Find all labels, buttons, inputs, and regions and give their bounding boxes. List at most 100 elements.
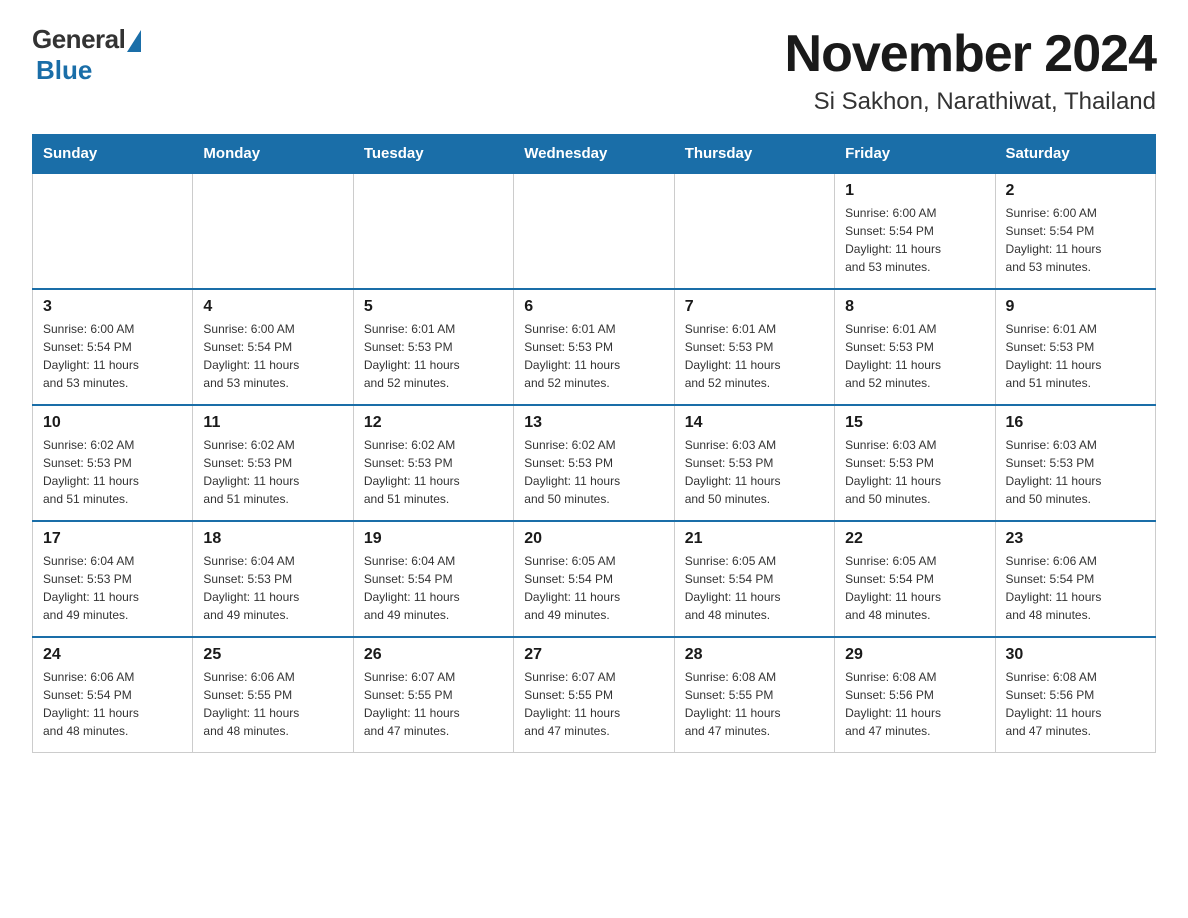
calendar-header-sunday: Sunday [33, 135, 193, 174]
day-number: 23 [1006, 530, 1145, 548]
day-info: Sunrise: 6:06 AM Sunset: 5:54 PM Dayligh… [43, 670, 139, 738]
calendar-cell [514, 173, 674, 289]
day-number: 28 [685, 646, 824, 664]
calendar-cell: 18 Sunrise: 6:04 AM Sunset: 5:53 PM Dayli… [193, 521, 353, 637]
day-info: Sunrise: 6:04 AM Sunset: 5:53 PM Dayligh… [43, 554, 139, 622]
day-info: Sunrise: 6:08 AM Sunset: 5:56 PM Dayligh… [845, 670, 941, 738]
title-block: November 2024 Si Sakhon, Narathiwat, Tha… [785, 24, 1156, 116]
day-number: 19 [364, 530, 503, 548]
calendar-header-thursday: Thursday [674, 135, 834, 174]
day-info: Sunrise: 6:03 AM Sunset: 5:53 PM Dayligh… [845, 438, 941, 506]
calendar-header-wednesday: Wednesday [514, 135, 674, 174]
logo: General Blue [32, 24, 141, 86]
day-number: 29 [845, 646, 984, 664]
day-number: 13 [524, 414, 663, 432]
day-info: Sunrise: 6:08 AM Sunset: 5:56 PM Dayligh… [1006, 670, 1102, 738]
calendar-cell: 23 Sunrise: 6:06 AM Sunset: 5:54 PM Dayli… [995, 521, 1155, 637]
calendar-cell: 25Sunrise: 6:06 AM Sunset: 5:55 PM Dayli… [193, 637, 353, 753]
day-info: Sunrise: 6:00 AM Sunset: 5:54 PM Dayligh… [203, 322, 299, 390]
day-number: 6 [524, 298, 663, 316]
calendar-cell [674, 173, 834, 289]
calendar-cell: 14 Sunrise: 6:03 AM Sunset: 5:53 PM Dayli… [674, 405, 834, 521]
calendar-cell: 7Sunrise: 6:01 AM Sunset: 5:53 PM Daylig… [674, 289, 834, 405]
calendar-week-row: 1 Sunrise: 6:00 AM Sunset: 5:54 PM Daylig… [33, 173, 1156, 289]
page-header: General Blue November 2024 Si Sakhon, Na… [32, 24, 1156, 116]
calendar-week-row: 17 Sunrise: 6:04 AM Sunset: 5:53 PM Dayli… [33, 521, 1156, 637]
logo-blue-text: Blue [36, 55, 92, 86]
calendar-cell: 26 Sunrise: 6:07 AM Sunset: 5:55 PM Dayli… [353, 637, 513, 753]
day-number: 1 [845, 182, 984, 200]
logo-triangle-icon [127, 30, 141, 52]
calendar-cell: 9 Sunrise: 6:01 AM Sunset: 5:53 PM Daylig… [995, 289, 1155, 405]
logo-general-text: General [32, 24, 125, 55]
day-info: Sunrise: 6:05 AM Sunset: 5:54 PM Dayligh… [524, 554, 620, 622]
calendar-cell [193, 173, 353, 289]
day-number: 14 [685, 414, 824, 432]
day-number: 16 [1006, 414, 1145, 432]
calendar-week-row: 3 Sunrise: 6:00 AM Sunset: 5:54 PM Daylig… [33, 289, 1156, 405]
day-number: 5 [364, 298, 503, 316]
calendar-header-monday: Monday [193, 135, 353, 174]
day-number: 30 [1006, 646, 1145, 664]
calendar-cell: 16 Sunrise: 6:03 AM Sunset: 5:53 PM Dayli… [995, 405, 1155, 521]
calendar-cell: 21Sunrise: 6:05 AM Sunset: 5:54 PM Dayli… [674, 521, 834, 637]
day-number: 24 [43, 646, 182, 664]
day-info: Sunrise: 6:04 AM Sunset: 5:54 PM Dayligh… [364, 554, 460, 622]
day-number: 10 [43, 414, 182, 432]
calendar-header-tuesday: Tuesday [353, 135, 513, 174]
calendar-cell: 13Sunrise: 6:02 AM Sunset: 5:53 PM Dayli… [514, 405, 674, 521]
day-number: 8 [845, 298, 984, 316]
calendar-cell: 19 Sunrise: 6:04 AM Sunset: 5:54 PM Dayli… [353, 521, 513, 637]
day-number: 3 [43, 298, 182, 316]
day-info: Sunrise: 6:02 AM Sunset: 5:53 PM Dayligh… [364, 438, 460, 506]
calendar-cell: 5Sunrise: 6:01 AM Sunset: 5:53 PM Daylig… [353, 289, 513, 405]
day-info: Sunrise: 6:07 AM Sunset: 5:55 PM Dayligh… [524, 670, 620, 738]
calendar-cell [33, 173, 193, 289]
day-number: 21 [685, 530, 824, 548]
day-number: 26 [364, 646, 503, 664]
calendar-header-row: SundayMondayTuesdayWednesdayThursdayFrid… [33, 135, 1156, 174]
day-number: 25 [203, 646, 342, 664]
day-number: 9 [1006, 298, 1145, 316]
calendar-cell: 11Sunrise: 6:02 AM Sunset: 5:53 PM Dayli… [193, 405, 353, 521]
page-subtitle: Si Sakhon, Narathiwat, Thailand [785, 88, 1156, 116]
calendar-cell: 24 Sunrise: 6:06 AM Sunset: 5:54 PM Dayli… [33, 637, 193, 753]
calendar-cell: 10Sunrise: 6:02 AM Sunset: 5:53 PM Dayli… [33, 405, 193, 521]
calendar-week-row: 24 Sunrise: 6:06 AM Sunset: 5:54 PM Dayli… [33, 637, 1156, 753]
calendar-cell: 12 Sunrise: 6:02 AM Sunset: 5:53 PM Dayli… [353, 405, 513, 521]
day-number: 17 [43, 530, 182, 548]
calendar-header-friday: Friday [835, 135, 995, 174]
day-info: Sunrise: 6:00 AM Sunset: 5:54 PM Dayligh… [1006, 206, 1102, 274]
calendar-cell: 28 Sunrise: 6:08 AM Sunset: 5:55 PM Dayli… [674, 637, 834, 753]
day-info: Sunrise: 6:00 AM Sunset: 5:54 PM Dayligh… [845, 206, 941, 274]
calendar-week-row: 10 Sunrise: 6:02 AM Sunset: 5:53 PM Dayli… [33, 405, 1156, 521]
day-info: Sunrise: 6:07 AM Sunset: 5:55 PM Dayligh… [364, 670, 460, 738]
calendar-cell: 22 Sunrise: 6:05 AM Sunset: 5:54 PM Dayli… [835, 521, 995, 637]
day-info: Sunrise: 6:01 AM Sunset: 5:53 PM Dayligh… [524, 322, 620, 390]
day-info: Sunrise: 6:06 AM Sunset: 5:54 PM Dayligh… [1006, 554, 1102, 622]
calendar-cell: 17 Sunrise: 6:04 AM Sunset: 5:53 PM Dayli… [33, 521, 193, 637]
calendar-cell [353, 173, 513, 289]
day-info: Sunrise: 6:08 AM Sunset: 5:55 PM Dayligh… [685, 670, 781, 738]
day-number: 18 [203, 530, 342, 548]
day-info: Sunrise: 6:03 AM Sunset: 5:53 PM Dayligh… [1006, 438, 1102, 506]
day-number: 12 [364, 414, 503, 432]
calendar-cell: 27 Sunrise: 6:07 AM Sunset: 5:55 PM Dayli… [514, 637, 674, 753]
day-info: Sunrise: 6:01 AM Sunset: 5:53 PM Dayligh… [685, 322, 781, 390]
day-info: Sunrise: 6:04 AM Sunset: 5:53 PM Dayligh… [203, 554, 299, 622]
day-number: 4 [203, 298, 342, 316]
day-number: 22 [845, 530, 984, 548]
page-title: November 2024 [785, 24, 1156, 84]
day-info: Sunrise: 6:01 AM Sunset: 5:53 PM Dayligh… [1006, 322, 1102, 390]
calendar-cell: 29 Sunrise: 6:08 AM Sunset: 5:56 PM Dayli… [835, 637, 995, 753]
day-info: Sunrise: 6:05 AM Sunset: 5:54 PM Dayligh… [845, 554, 941, 622]
calendar-cell: 15Sunrise: 6:03 AM Sunset: 5:53 PM Dayli… [835, 405, 995, 521]
calendar-cell: 1 Sunrise: 6:00 AM Sunset: 5:54 PM Daylig… [835, 173, 995, 289]
day-number: 27 [524, 646, 663, 664]
day-number: 2 [1006, 182, 1145, 200]
calendar-cell: 2 Sunrise: 6:00 AM Sunset: 5:54 PM Daylig… [995, 173, 1155, 289]
day-info: Sunrise: 6:03 AM Sunset: 5:53 PM Dayligh… [685, 438, 781, 506]
calendar-header-saturday: Saturday [995, 135, 1155, 174]
calendar-cell: 6 Sunrise: 6:01 AM Sunset: 5:53 PM Daylig… [514, 289, 674, 405]
calendar-cell: 3Sunrise: 6:00 AM Sunset: 5:54 PM Daylig… [33, 289, 193, 405]
